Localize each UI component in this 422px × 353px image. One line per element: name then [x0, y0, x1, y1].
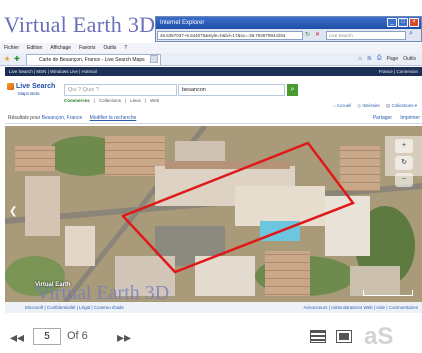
live-nav-links[interactable]: Live Search | MSN | Windows Live | Hotma… [9, 69, 97, 74]
pan-left-icon[interactable]: ❮ [9, 206, 17, 217]
stop-icon[interactable]: ✕ [315, 31, 323, 40]
close-button[interactable]: × [409, 18, 419, 27]
add-favorite-icon[interactable]: ✚ [14, 55, 20, 63]
home-icon[interactable]: ⌂ [358, 56, 362, 62]
modify-search-link[interactable]: Modifier la recherche [90, 115, 137, 121]
slide-title: Virtual Earth 3D [4, 12, 156, 37]
tab-lieux[interactable]: Lieux [130, 98, 141, 103]
home-link[interactable]: ⌂ Accueil [333, 103, 351, 109]
page-count-label: Of 6 [67, 330, 88, 342]
search-scope-tabs: Commerces | Collections | Lieux | Web [64, 98, 159, 103]
menu-file[interactable]: Fichier [4, 45, 19, 51]
tab-commerces[interactable]: Commerces [64, 98, 90, 103]
aerial-imagery [5, 126, 422, 302]
ie-window: Internet Explorer _ □ × 46.6357037~5.944… [155, 16, 422, 42]
tab-separator: | [93, 98, 95, 103]
feeds-icon[interactable]: ≋ [367, 55, 372, 62]
browser-tab[interactable]: Carte de Besançon, France - Live Search … [26, 54, 161, 65]
live-nav-bar: Live Search | MSN | Windows Live | Hotma… [5, 67, 422, 76]
map-footer: Microsoft | Confidentialité | Légal | Co… [5, 302, 422, 313]
fullscreen-view-icon[interactable] [336, 330, 352, 343]
menu-edit[interactable]: Edition [27, 45, 42, 51]
command-bar: ⌂ ≋ ⎙ Page Outils [358, 55, 416, 62]
page-number-input[interactable]: 5 [33, 328, 61, 345]
directions-link-label: Itinéraire [362, 103, 380, 108]
menu-bar: Fichier Edition Affichage Favoris Outils… [0, 43, 422, 53]
tab-separator: | [144, 98, 147, 103]
print-icon[interactable]: ⎙ [377, 55, 382, 62]
collections-link[interactable]: ▤ Collections ▾ [386, 103, 417, 109]
tools-menu[interactable]: Outils [403, 56, 416, 62]
search-icon[interactable]: ⌕ [409, 30, 413, 38]
tab-separator: | [124, 98, 127, 103]
footer-links-right[interactable]: Annonceurs | Administrateurs Web | Aide … [304, 302, 418, 313]
header-links: ⌂ Accueil ◎ Itinéraire ▤ Collections ▾ [333, 103, 417, 109]
refresh-icon[interactable]: ↻ [305, 31, 313, 40]
house-icon: ⌂ [332, 103, 336, 108]
minimize-button[interactable]: _ [387, 18, 397, 27]
ie-title: Internet Explorer [156, 17, 421, 29]
favorites-star-icon[interactable]: ★ [4, 55, 10, 63]
favorites-bar: ★ ✚ Carte de Besançon, France - Live Sea… [0, 53, 422, 66]
share-link[interactable]: Partager [373, 112, 392, 124]
map-controls: + ↻ − [393, 136, 415, 216]
results-location: Besançon, France [41, 115, 83, 121]
list-view-icon[interactable] [310, 330, 326, 343]
presentation-slide: Virtual Earth 3D Internet Explorer _ □ ×… [0, 0, 422, 353]
search-header: Live Search Maps Beta Qui ? Quoi ? besan… [5, 76, 422, 110]
menu-view[interactable]: Affichage [50, 45, 71, 51]
results-line: Résultats pour Besançon, France Modifier… [5, 112, 422, 124]
previous-slide-icon[interactable]: ◂◂ [10, 329, 24, 346]
directions-link[interactable]: ◎ Itinéraire [357, 103, 380, 109]
next-slide-icon[interactable]: ▸▸ [117, 329, 131, 346]
home-link-label: Accueil [336, 103, 352, 108]
logo-subtitle: Maps Beta [18, 91, 40, 96]
live-nav-right[interactable]: France | Connexion [379, 67, 418, 76]
map-scale [363, 290, 413, 296]
rotate-button[interactable]: ↻ [395, 156, 413, 170]
directions-icon: ◎ [357, 103, 362, 108]
collections-link-label: Collections [391, 103, 414, 108]
menu-help[interactable]: ? [124, 45, 127, 51]
footer-links-left[interactable]: Microsoft | Confidentialité | Légal | Co… [25, 305, 124, 310]
address-bar[interactable]: 46.6357037~5.944075&style=h&lvl=17&sc=-3… [157, 31, 303, 40]
window-controls: _ □ × [387, 18, 419, 27]
live-logo-icon [7, 83, 14, 90]
page-menu[interactable]: Page [387, 56, 399, 62]
logo[interactable]: Live Search [16, 83, 55, 90]
zoom-out-button[interactable]: − [395, 173, 413, 187]
tab-collections[interactable]: Collections [99, 98, 121, 103]
slide-viewer-controls: ◂◂ 5 Of 6 ▸▸ aS [0, 323, 422, 353]
collections-icon: ▤ [385, 103, 391, 108]
authorstream-logo: aS [364, 323, 394, 350]
maximize-button[interactable]: □ [398, 18, 408, 27]
results-prefix: Résultats pour [8, 115, 41, 121]
aerial-map[interactable]: ❮ + ↻ − Virtual Earth [5, 126, 422, 302]
where-input[interactable]: besancon [178, 84, 285, 96]
print-link[interactable]: Imprimer [400, 112, 420, 124]
zoom-in-button[interactable]: + [395, 139, 413, 153]
new-tab-button[interactable] [150, 55, 158, 63]
tab-web[interactable]: Web [150, 98, 159, 103]
menu-favorites[interactable]: Favoris [79, 45, 95, 51]
menu-tools[interactable]: Outils [103, 45, 116, 51]
search-box[interactable]: Live Search [326, 31, 406, 40]
what-input[interactable]: Qui ? Quoi ? [64, 84, 177, 96]
search-button[interactable]: ⌕ [287, 84, 298, 96]
